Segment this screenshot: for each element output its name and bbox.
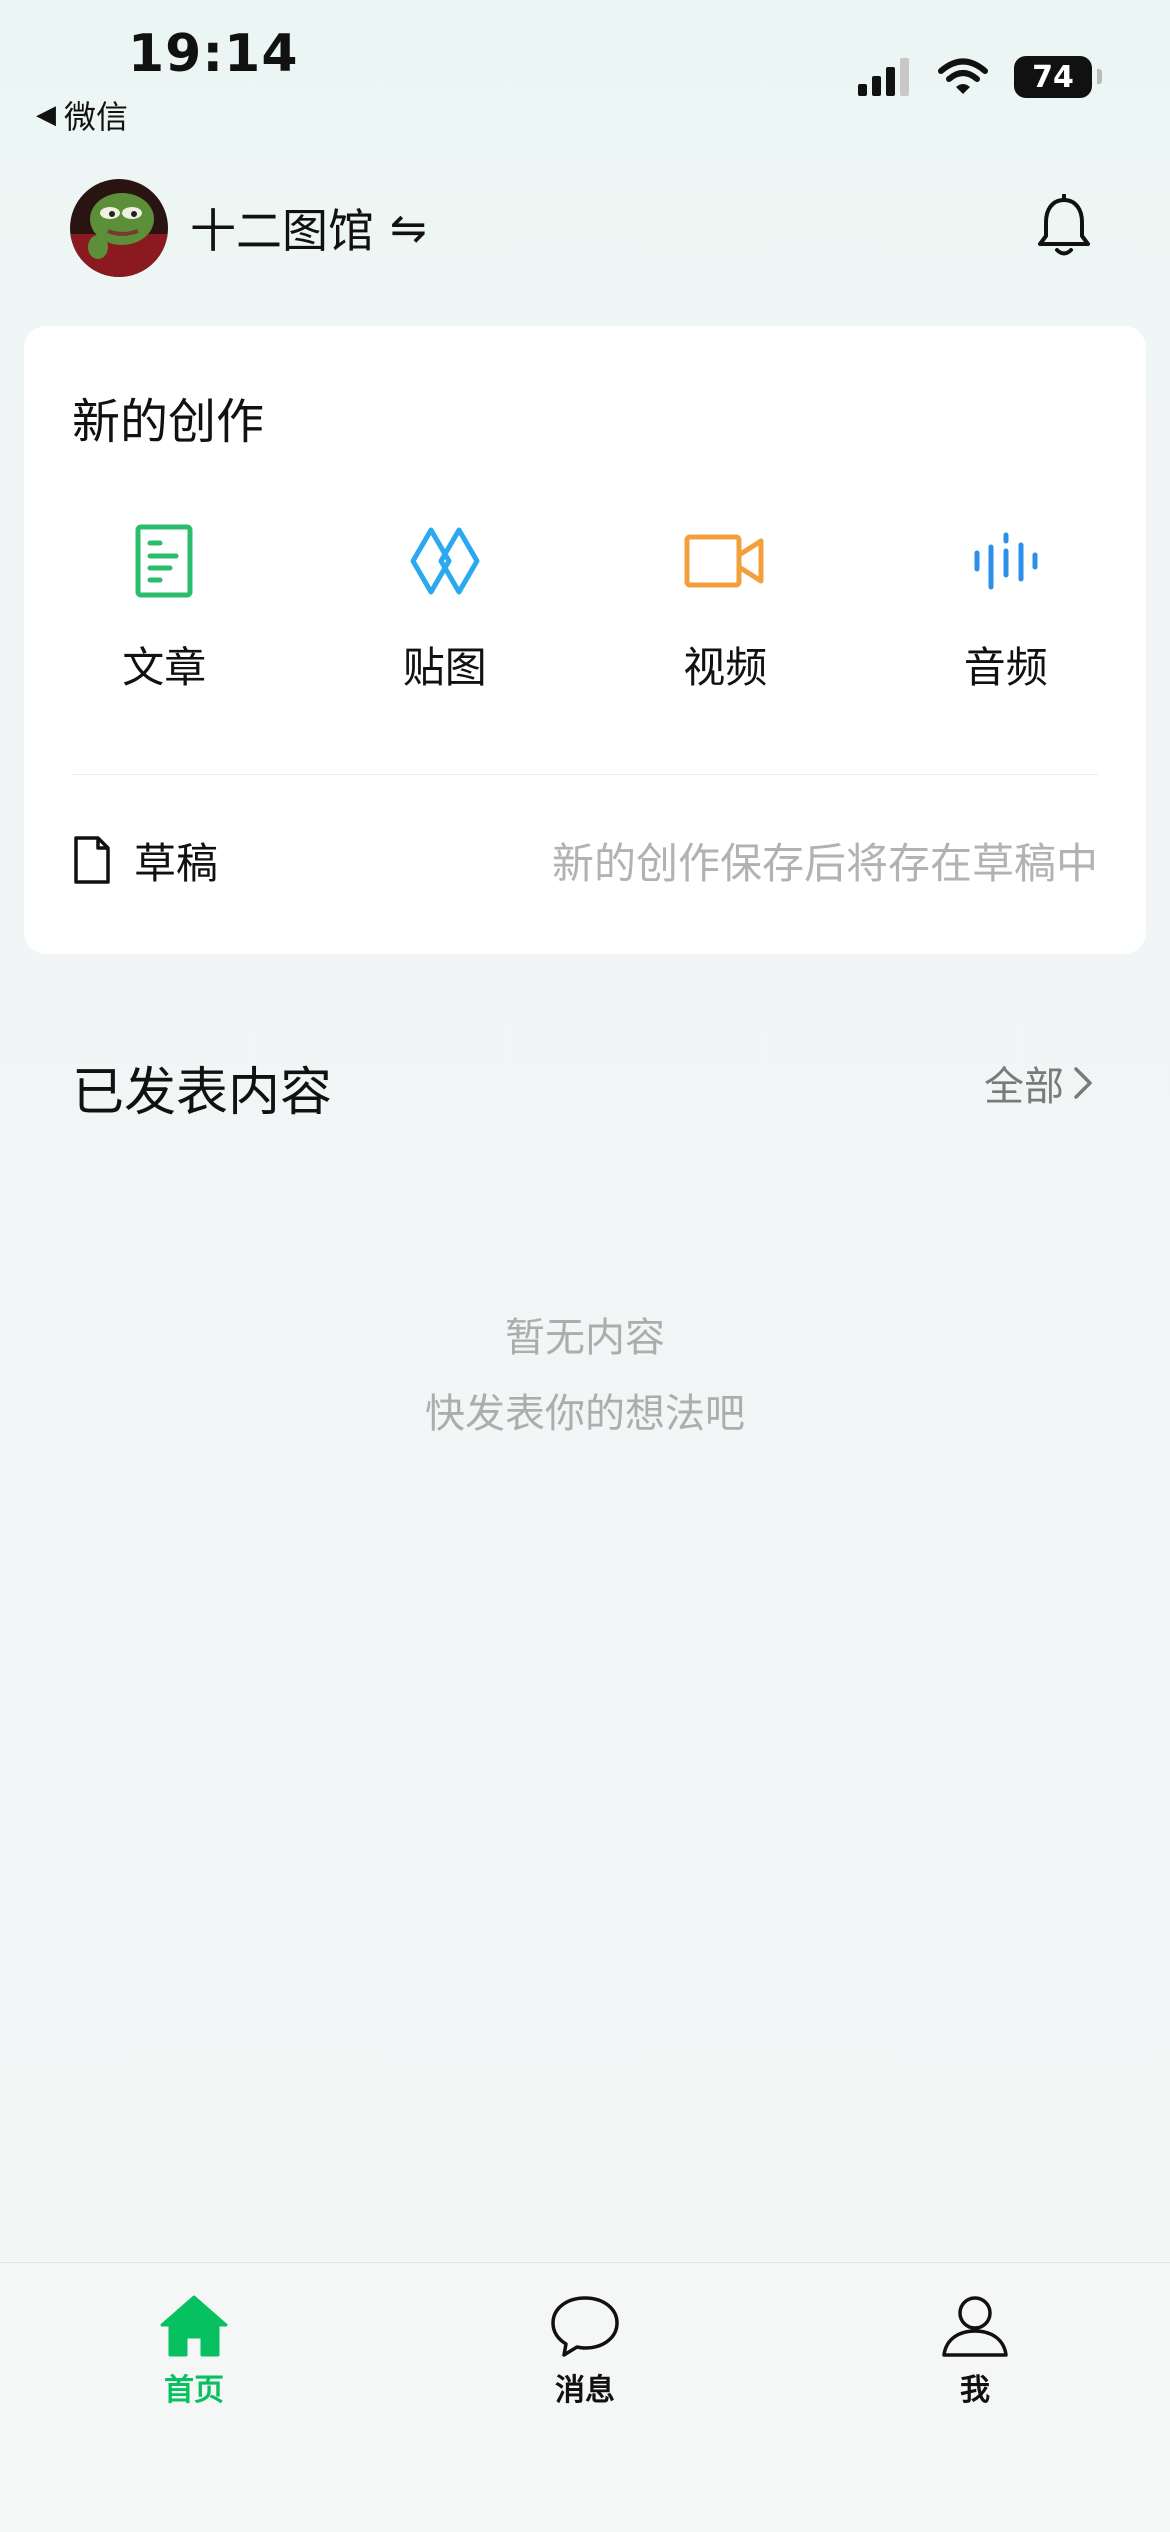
video-icon — [680, 516, 770, 606]
empty-state-line1: 暂无内容 — [505, 1315, 665, 1361]
back-to-app-link[interactable]: ◀ 微信 — [36, 92, 128, 138]
status-bar: 19:14 ◀ 微信 74 — [0, 0, 1170, 150]
avatar[interactable] — [70, 179, 168, 277]
battery-icon: 74 — [1014, 56, 1102, 98]
tab-home-label: 首页 — [164, 2373, 224, 2408]
back-triangle-icon: ◀ — [36, 100, 56, 130]
back-app-label: 微信 — [64, 98, 129, 136]
create-video-button[interactable]: 视频 — [585, 516, 866, 695]
tab-messages[interactable]: 消息 — [485, 2293, 685, 2409]
create-image-post-label: 贴图 — [402, 643, 487, 692]
create-article-button[interactable]: 文章 — [24, 516, 305, 695]
wifi-icon — [938, 58, 988, 94]
message-icon — [551, 2296, 619, 2357]
document-icon — [74, 836, 110, 884]
tab-messages-label: 消息 — [555, 2373, 615, 2408]
tab-me[interactable]: 我 — [875, 2293, 1075, 2409]
chevron-right-icon — [1074, 1067, 1092, 1099]
empty-state-line2: 快发表你的想法吧 — [425, 1391, 745, 1437]
audio-icon — [961, 516, 1051, 606]
card-divider — [72, 774, 1098, 775]
tab-bar: 首页 消息 我 — [0, 2262, 1170, 2532]
create-article-label: 文章 — [122, 643, 207, 692]
empty-state: 暂无内容 快发表你的想法吧 — [0, 1300, 1170, 1452]
create-video-label: 视频 — [683, 643, 768, 692]
status-time: 19:14 — [128, 24, 299, 84]
account-name[interactable]: 十二图馆 — [190, 195, 374, 261]
view-all-label: 全部 — [984, 1064, 1064, 1110]
image-post-icon — [400, 516, 490, 606]
article-icon — [119, 516, 209, 606]
bell-icon[interactable] — [1036, 194, 1092, 258]
create-image-post-button[interactable]: 贴图 — [305, 516, 586, 695]
person-icon — [942, 2296, 1008, 2357]
published-section-title: 已发表内容 — [72, 1063, 333, 1123]
view-all-link[interactable]: 全部 — [984, 1054, 1094, 1112]
status-icons: 74 — [858, 56, 1102, 98]
drafts-hint: 新的创作保存后将存在草稿中 — [551, 838, 1098, 888]
create-audio-label: 音频 — [963, 643, 1048, 692]
tab-home[interactable]: 首页 — [94, 2293, 294, 2409]
switch-account-icon[interactable]: ⇋ — [390, 203, 427, 254]
home-icon — [160, 2295, 228, 2357]
create-audio-button[interactable]: 音频 — [866, 516, 1147, 695]
drafts-row[interactable]: 草稿 新的创作保存后将存在草稿中 — [72, 824, 1098, 896]
signal-icon — [858, 58, 909, 96]
create-card: 新的创作 文章 贴图 视频 音频 草稿 新的创作保存后将存在草稿中 — [24, 326, 1146, 954]
account-row: 十二图馆 ⇋ — [70, 178, 1100, 278]
avatar-image — [70, 179, 168, 277]
tab-me-label: 我 — [960, 2373, 990, 2408]
create-options: 文章 贴图 视频 音频 — [24, 516, 1146, 695]
create-card-title: 新的创作 — [72, 394, 265, 450]
drafts-label: 草稿 — [134, 838, 219, 888]
